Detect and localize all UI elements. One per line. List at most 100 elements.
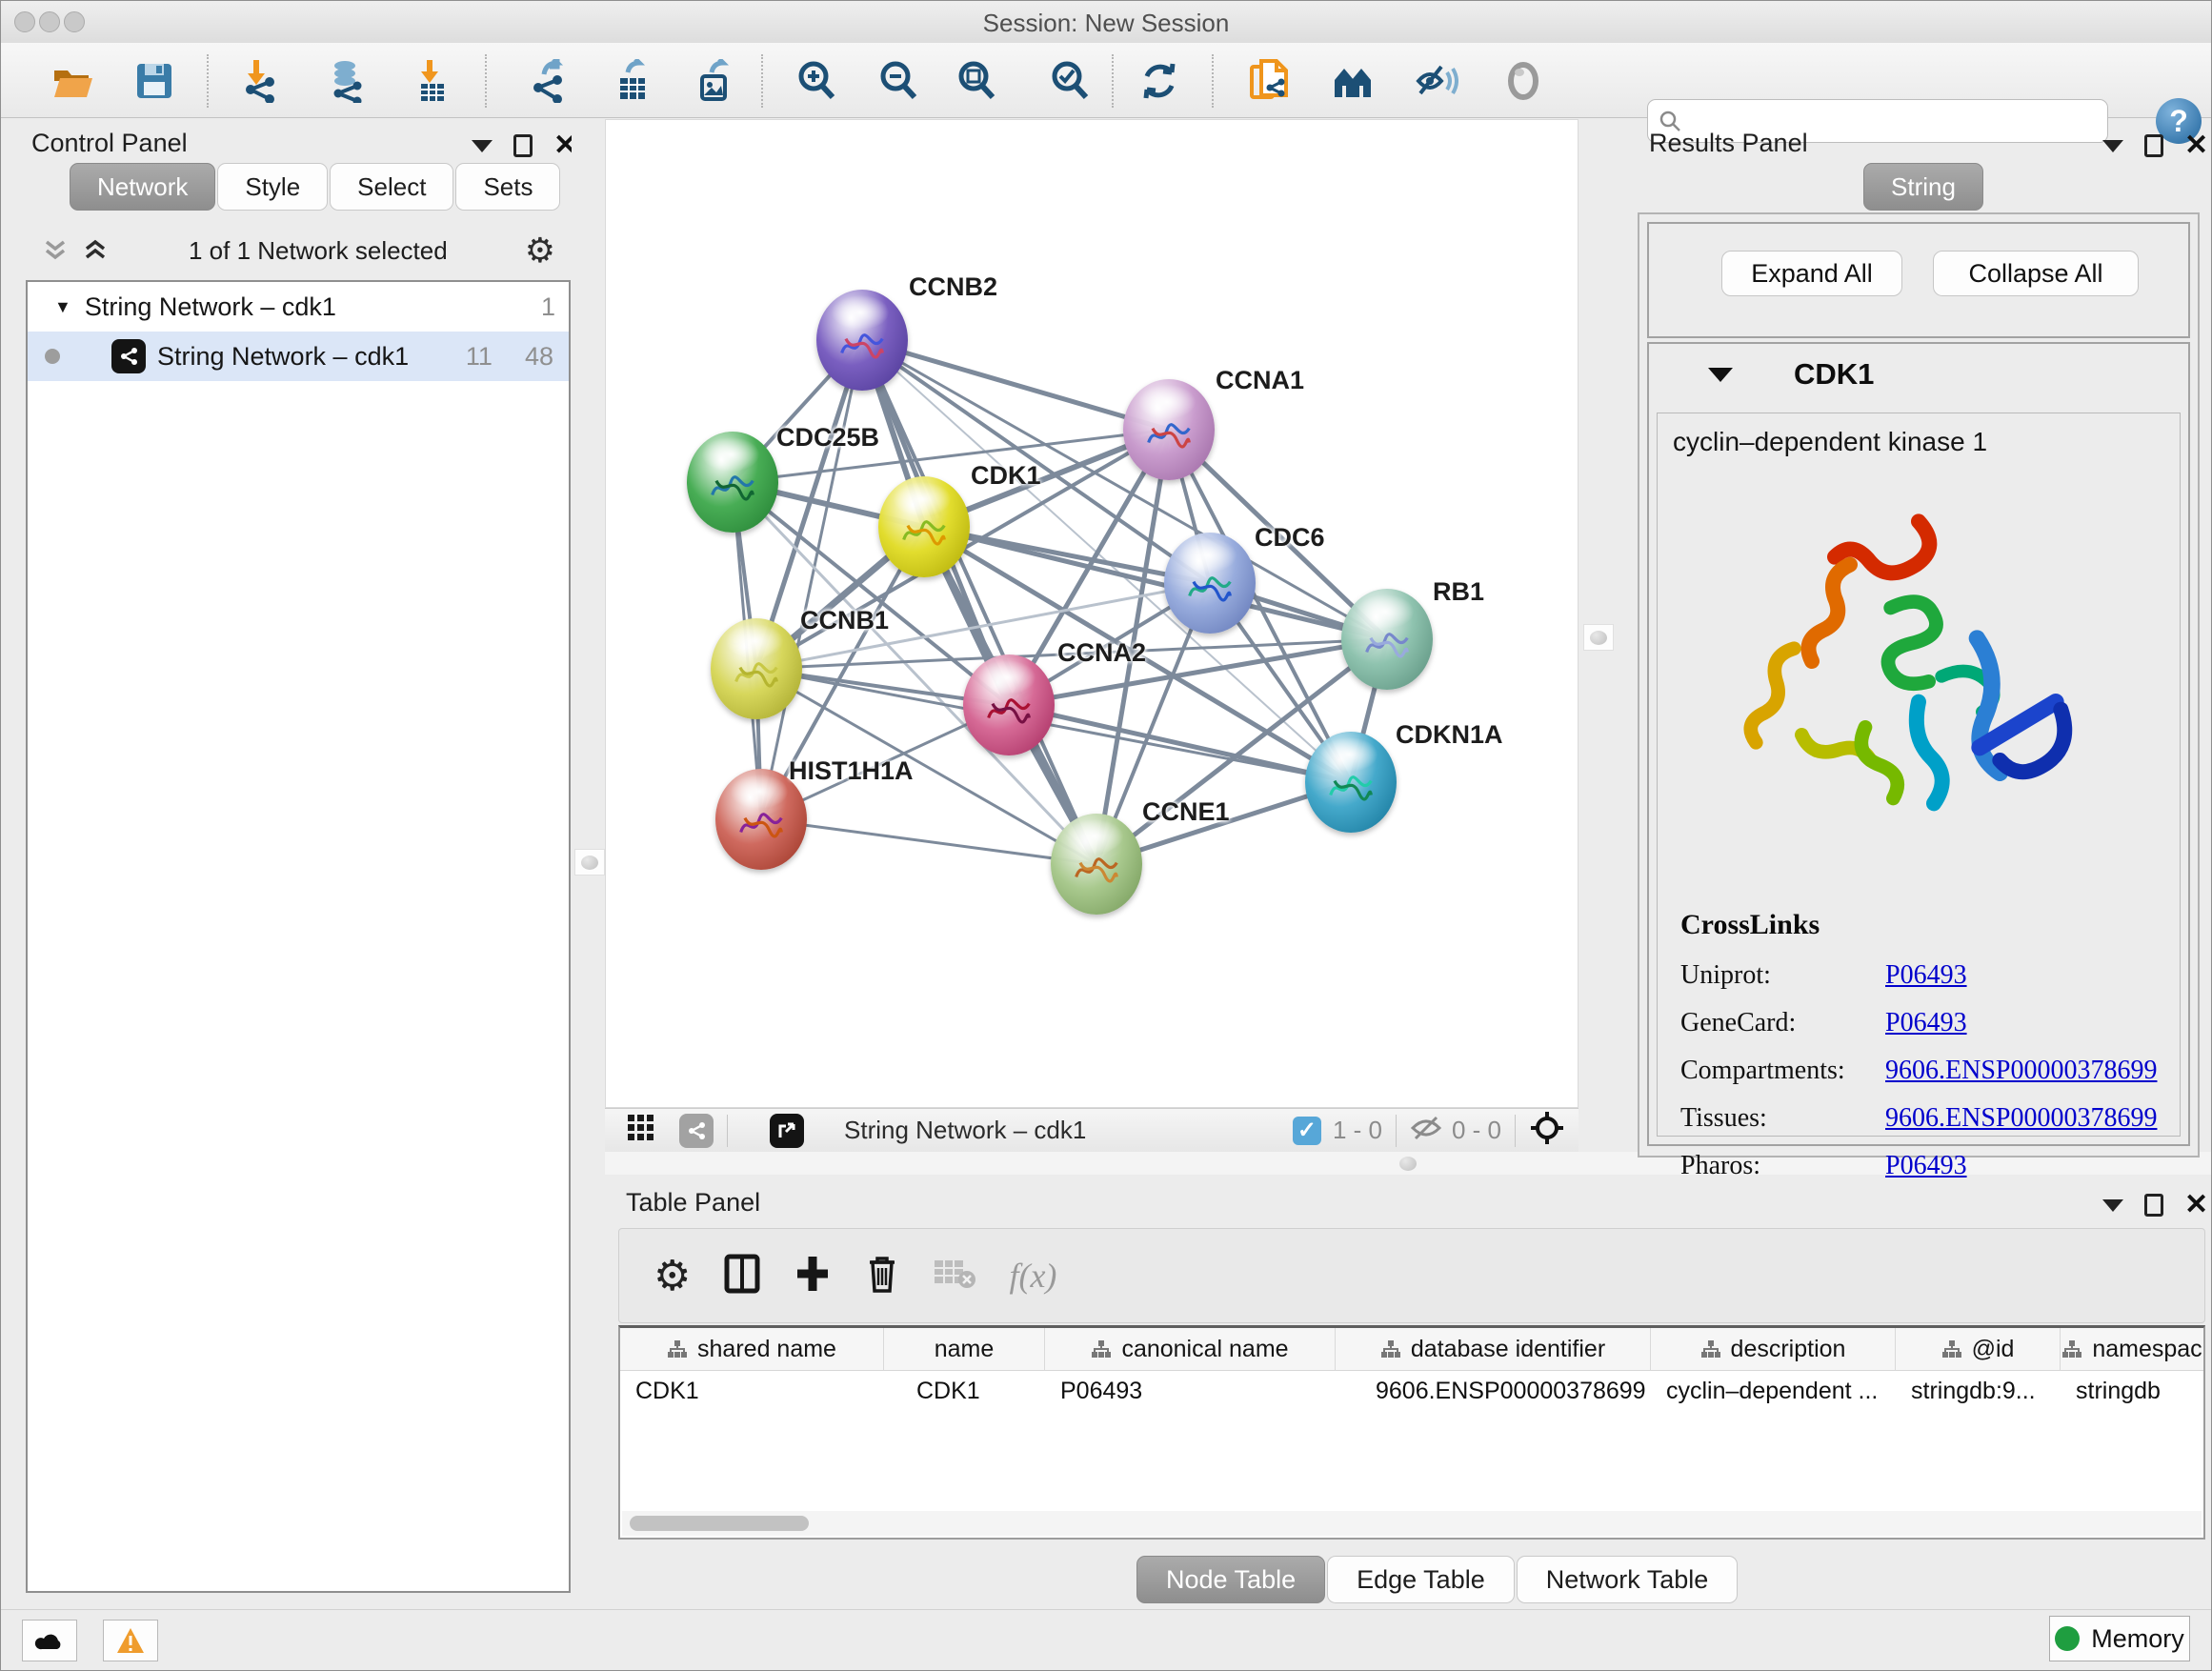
network-node-cdc25b[interactable] <box>687 432 778 533</box>
network-node-ccna2[interactable] <box>963 654 1055 755</box>
crosslink-label: GeneCard: <box>1680 1008 1885 1038</box>
table-settings-gear-icon[interactable]: ⚙ <box>654 1252 691 1300</box>
birdseye-grid-icon[interactable] <box>626 1113 656 1148</box>
collapse-all-button[interactable]: Collapse All <box>1933 251 2139 296</box>
panel-menu-icon[interactable] <box>2102 140 2123 152</box>
open-in-browser-icon[interactable] <box>770 1114 804 1148</box>
network-node-ccnb1[interactable] <box>711 618 802 719</box>
crosslink-row: Uniprot:P06493 <box>1680 960 2180 991</box>
zoom-out-icon[interactable] <box>876 59 920 103</box>
string-badge-icon[interactable] <box>679 1114 714 1148</box>
zoom-selected-icon[interactable] <box>1048 59 1092 103</box>
tab-select[interactable]: Select <box>330 163 453 211</box>
protein-motif-icon <box>1179 557 1240 618</box>
export-network-icon[interactable] <box>527 59 571 103</box>
column-header[interactable]: namespac <box>2061 1328 2203 1370</box>
shared-column-icon <box>1091 1339 1112 1359</box>
crosslink-value[interactable]: P06493 <box>1885 1151 1967 1181</box>
table-row[interactable]: CDK1 CDK1 P06493 9606.ENSP00000378699 cy… <box>620 1371 2203 1413</box>
memory-status-dot <box>2055 1626 2080 1651</box>
crosshair-icon[interactable] <box>1529 1110 1565 1151</box>
crosslink-value[interactable]: 9606.ENSP00000378699 <box>1885 1056 2157 1086</box>
zoom-fit-icon[interactable] <box>955 59 998 103</box>
import-network-file-icon[interactable] <box>237 59 281 103</box>
tab-network[interactable]: Network <box>70 163 215 211</box>
column-header[interactable]: name <box>884 1328 1045 1370</box>
tab-sets[interactable]: Sets <box>455 163 560 211</box>
open-session-icon[interactable] <box>50 59 94 103</box>
network-edge[interactable] <box>761 340 862 819</box>
import-network-database-icon[interactable] <box>326 59 370 103</box>
gene-expander-icon[interactable] <box>1708 368 1733 382</box>
network-node-cdc6[interactable] <box>1164 533 1256 634</box>
cell-name: CDK1 <box>884 1371 1045 1413</box>
network-edge[interactable] <box>1009 705 1351 782</box>
tab-string[interactable]: String <box>1863 163 1983 211</box>
expand-all-icon[interactable] <box>79 234 111 267</box>
network-canvas[interactable]: CCNB2CCNA1CDC25BCDK1CDC6RB1CCNB1CCNA2CDK… <box>605 119 1579 1108</box>
panel-float-icon[interactable] <box>2144 134 2163 157</box>
export-image-icon[interactable] <box>691 59 734 103</box>
cell-namespace: stringdb <box>2061 1371 2203 1413</box>
tab-style[interactable]: Style <box>217 163 328 211</box>
network-edge[interactable] <box>862 340 1169 430</box>
collapse-all-icon[interactable] <box>39 234 71 267</box>
network-node-cdk1[interactable] <box>878 476 970 577</box>
show-columns-icon[interactable] <box>723 1253 761 1299</box>
column-header[interactable]: shared name <box>620 1328 884 1370</box>
selected-count: 1 - 0 <box>1333 1116 1382 1145</box>
delete-column-icon[interactable] <box>864 1253 900 1299</box>
crosslink-value[interactable]: P06493 <box>1885 1008 1967 1038</box>
memory-button[interactable]: Memory <box>2049 1616 2190 1661</box>
column-header[interactable]: description <box>1651 1328 1896 1370</box>
column-header[interactable]: database identifier <box>1336 1328 1651 1370</box>
network-tree: ▼ String Network – cdk1 1 String Network… <box>26 280 571 1593</box>
edge-layer <box>606 120 1579 1108</box>
clone-network-icon[interactable] <box>1248 59 1292 103</box>
warnings-button[interactable] <box>103 1620 158 1661</box>
network-node-ccna1[interactable] <box>1123 379 1215 480</box>
panel-float-icon[interactable] <box>2144 1194 2163 1217</box>
tab-network-table[interactable]: Network Table <box>1517 1556 1739 1603</box>
horizontal-scrollbar[interactable] <box>622 1511 2202 1536</box>
show-graphics-details-icon[interactable] <box>1501 59 1545 103</box>
crosslink-value[interactable]: 9606.ENSP00000378699 <box>1885 1103 2157 1134</box>
expand-all-button[interactable]: Expand All <box>1721 251 1902 296</box>
tab-node-table[interactable]: Node Table <box>1136 1556 1325 1603</box>
left-splitter-handle[interactable] <box>574 849 605 876</box>
apply-layout-icon[interactable] <box>1137 59 1181 103</box>
import-table-file-icon[interactable] <box>408 59 452 103</box>
horizontal-splitter-handle[interactable] <box>1394 1151 1422 1176</box>
zoom-in-icon[interactable] <box>794 59 838 103</box>
network-row-selected[interactable]: String Network – cdk1 11 48 <box>28 332 569 381</box>
cloud-button[interactable] <box>22 1620 77 1661</box>
collection-expander-icon[interactable]: ▼ <box>54 297 71 317</box>
gear-icon[interactable]: ⚙ <box>525 231 555 271</box>
scrollbar-thumb[interactable] <box>630 1516 809 1531</box>
panel-close-icon[interactable]: ✕ <box>2184 1194 2208 1217</box>
export-table-icon[interactable] <box>609 59 653 103</box>
network-edge[interactable] <box>761 819 1096 864</box>
network-node-ccne1[interactable] <box>1051 814 1142 915</box>
string-results-box: Expand All Collapse All CDK1 cyclin–depe… <box>1638 212 2200 1158</box>
node-label-ccnb1: CCNB1 <box>800 606 889 635</box>
network-node-ccnb2[interactable] <box>816 290 908 391</box>
network-collection-row[interactable]: ▼ String Network – cdk1 1 <box>28 282 569 332</box>
add-column-icon[interactable] <box>794 1253 832 1299</box>
hide-selected-icon[interactable] <box>1415 59 1458 103</box>
network-node-cdkn1a[interactable] <box>1305 732 1397 833</box>
crosslink-value[interactable]: P06493 <box>1885 960 1967 991</box>
panel-close-icon[interactable]: ✕ <box>2184 134 2208 157</box>
first-neighbors-icon[interactable] <box>1331 59 1375 103</box>
network-node-rb1[interactable] <box>1341 589 1433 690</box>
save-session-icon[interactable] <box>132 59 176 103</box>
panel-float-icon[interactable] <box>513 134 533 157</box>
panel-menu-icon[interactable] <box>2102 1199 2123 1212</box>
right-splitter-handle[interactable] <box>1583 624 1614 651</box>
tab-edge-table[interactable]: Edge Table <box>1327 1556 1515 1603</box>
column-header[interactable]: canonical name <box>1045 1328 1336 1370</box>
warning-icon <box>115 1626 146 1655</box>
panel-menu-icon[interactable] <box>472 140 493 152</box>
column-header[interactable]: @id <box>1896 1328 2061 1370</box>
selected-checkbox-icon[interactable]: ✓ <box>1293 1117 1321 1145</box>
